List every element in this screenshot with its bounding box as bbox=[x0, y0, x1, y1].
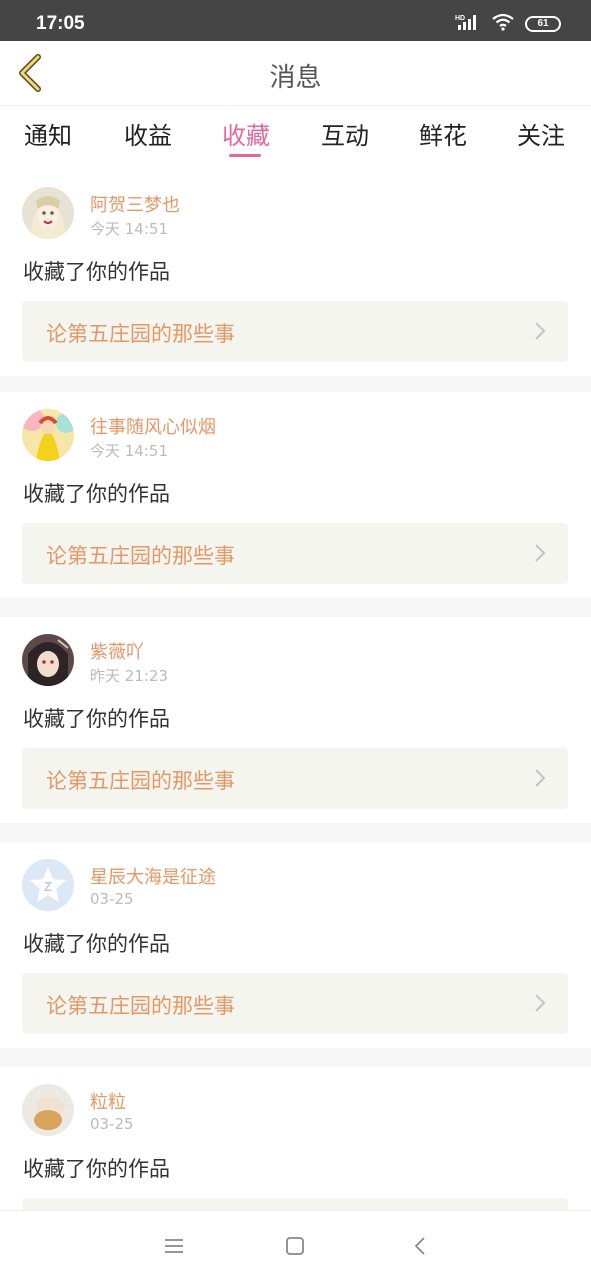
message-card: 往事随风心似烟 今天 14:51 收藏了你的作品 论第五庄园的那些事 bbox=[0, 392, 591, 598]
avatar-photo bbox=[22, 634, 74, 686]
tab-flowers[interactable]: 鲜花 bbox=[403, 116, 483, 151]
home-button[interactable] bbox=[282, 1233, 308, 1259]
username[interactable]: 往事随风心似烟 bbox=[90, 413, 216, 439]
back-icon bbox=[414, 1237, 425, 1255]
active-tab-indicator bbox=[229, 154, 261, 157]
message-card: 粒粒 03-25 收藏了你的作品 bbox=[0, 1067, 591, 1210]
tab-notifications[interactable]: 通知 bbox=[8, 116, 88, 151]
tab-following[interactable]: 关注 bbox=[501, 116, 581, 151]
tab-bar: 通知 收益 收藏 互动 鲜花 关注 bbox=[0, 106, 591, 170]
home-icon bbox=[286, 1237, 304, 1255]
message-card: 紫薇吖 昨天 21:23 收藏了你的作品 论第五庄园的那些事 bbox=[0, 617, 591, 823]
work-link[interactable] bbox=[22, 1198, 568, 1210]
status-icons: HD 61 bbox=[455, 13, 561, 35]
svg-text:Z: Z bbox=[44, 879, 52, 894]
message-time: 今天 14:51 bbox=[90, 220, 168, 238]
tab-favorites[interactable]: 收藏 bbox=[206, 116, 286, 151]
action-text: 收藏了你的作品 bbox=[23, 932, 170, 956]
chevron-right-icon bbox=[535, 769, 546, 787]
message-time: 昨天 21:23 bbox=[90, 667, 168, 685]
action-text: 收藏了你的作品 bbox=[23, 260, 170, 284]
header: 消息 bbox=[0, 41, 591, 106]
menu-button[interactable] bbox=[161, 1233, 187, 1259]
work-title: 论第五庄园的那些事 bbox=[46, 994, 235, 1018]
signal-icon: HD bbox=[455, 13, 481, 35]
svg-text:HD: HD bbox=[455, 15, 465, 22]
username[interactable]: 粒粒 bbox=[90, 1088, 126, 1114]
work-title: 论第五庄园的那些事 bbox=[46, 544, 235, 568]
avatar-photo bbox=[22, 409, 74, 461]
message-time: 03-25 bbox=[90, 890, 134, 908]
tab-interactions[interactable]: 互动 bbox=[305, 116, 385, 151]
message-card: 阿贺三梦也 今天 14:51 收藏了你的作品 论第五庄园的那些事 bbox=[0, 170, 591, 376]
qzone-icon: Z bbox=[22, 859, 74, 911]
chevron-right-icon bbox=[535, 994, 546, 1012]
chevron-right-icon bbox=[535, 544, 546, 562]
battery-icon: 61 bbox=[525, 16, 561, 32]
avatar[interactable] bbox=[22, 1084, 74, 1136]
work-link[interactable]: 论第五庄园的那些事 bbox=[22, 301, 568, 362]
status-bar: 17:05 HD 61 bbox=[0, 0, 591, 41]
work-link[interactable]: 论第五庄园的那些事 bbox=[22, 973, 568, 1034]
avatar[interactable] bbox=[22, 409, 74, 461]
action-text: 收藏了你的作品 bbox=[23, 707, 170, 731]
work-title: 论第五庄园的那些事 bbox=[46, 322, 235, 346]
menu-icon bbox=[165, 1239, 183, 1253]
message-list[interactable]: 阿贺三梦也 今天 14:51 收藏了你的作品 论第五庄园的那些事 往事随风心似烟… bbox=[0, 170, 591, 1210]
work-link[interactable]: 论第五庄园的那些事 bbox=[22, 523, 568, 584]
work-link[interactable]: 论第五庄园的那些事 bbox=[22, 748, 568, 809]
avatar[interactable] bbox=[22, 634, 74, 686]
system-nav-bar bbox=[0, 1210, 591, 1280]
status-time: 17:05 bbox=[36, 13, 85, 34]
message-time: 03-25 bbox=[90, 1115, 134, 1133]
tab-earnings[interactable]: 收益 bbox=[108, 116, 188, 151]
message-time: 今天 14:51 bbox=[90, 442, 168, 460]
action-text: 收藏了你的作品 bbox=[23, 482, 170, 506]
avatar[interactable] bbox=[22, 187, 74, 239]
chevron-right-icon bbox=[535, 322, 546, 340]
avatar-photo bbox=[22, 187, 74, 239]
username[interactable]: 紫薇吖 bbox=[90, 638, 144, 664]
message-card: Z 星辰大海是征途 03-25 收藏了你的作品 论第五庄园的那些事 bbox=[0, 842, 591, 1048]
page-title: 消息 bbox=[269, 63, 322, 93]
action-text: 收藏了你的作品 bbox=[23, 1157, 170, 1181]
system-back-button[interactable] bbox=[407, 1233, 433, 1259]
avatar-photo bbox=[22, 1084, 74, 1136]
username[interactable]: 阿贺三梦也 bbox=[90, 191, 180, 217]
avatar[interactable]: Z bbox=[22, 859, 74, 911]
work-title: 论第五庄园的那些事 bbox=[46, 769, 235, 793]
wifi-icon bbox=[491, 13, 515, 35]
username[interactable]: 星辰大海是征途 bbox=[90, 863, 216, 889]
